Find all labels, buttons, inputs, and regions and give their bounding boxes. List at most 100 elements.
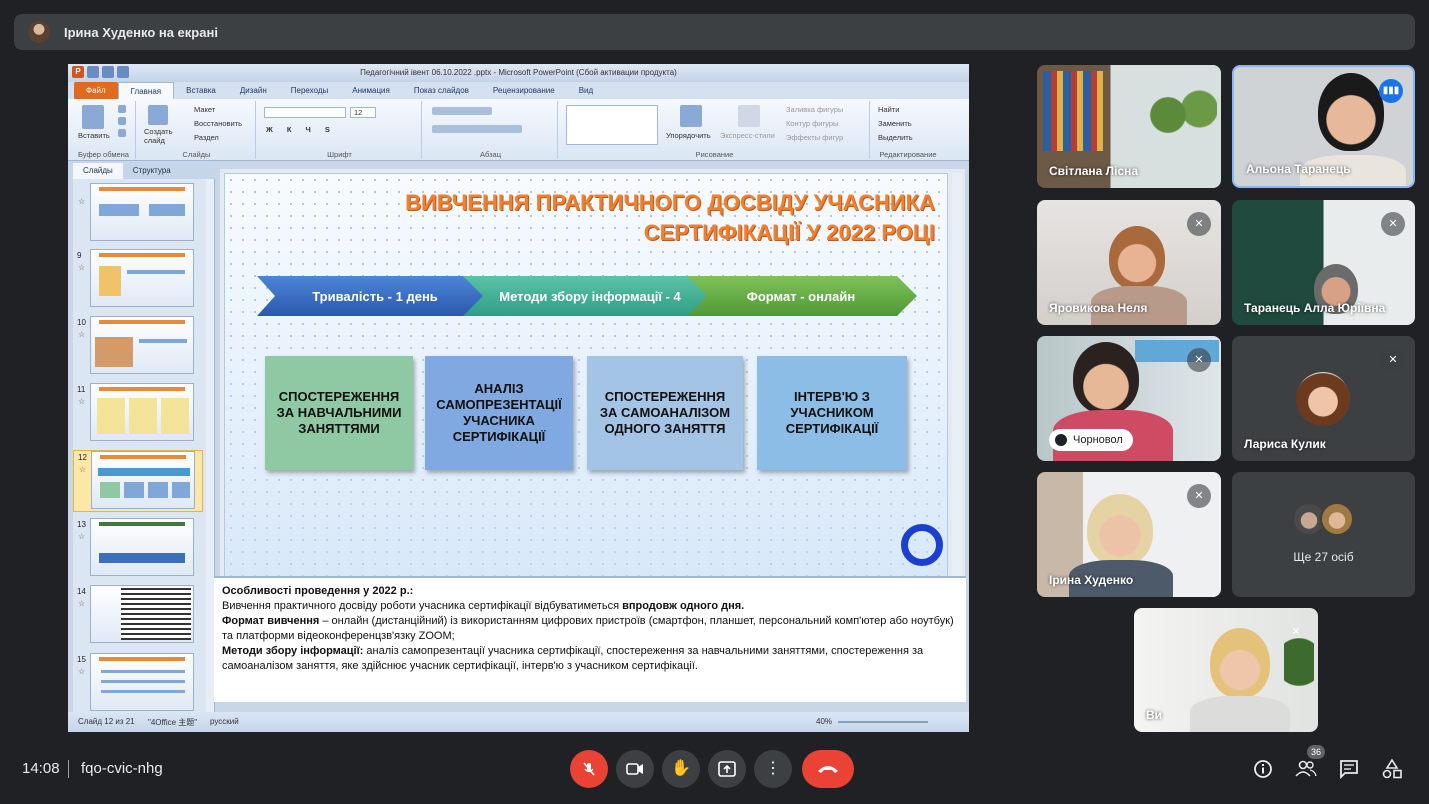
more-participants-label: Ще 27 осіб xyxy=(1293,550,1354,564)
people-icon xyxy=(1295,760,1317,777)
more-participants-tile[interactable]: Ще 27 осіб xyxy=(1232,472,1415,597)
ppt-tab-view: Вид xyxy=(578,86,594,95)
participant-video xyxy=(1109,226,1165,290)
mic-off-icon: ✕ xyxy=(1381,348,1405,372)
mic-off-icon: ✕ xyxy=(1187,484,1211,508)
participant-tile[interactable]: ✕ Чорновол xyxy=(1037,336,1221,461)
self-view-tile[interactable]: ✕ Ви xyxy=(1134,608,1318,732)
undo-icon xyxy=(102,66,114,78)
participant-tile[interactable]: ✕ Яровикова Неля xyxy=(1037,200,1221,325)
slide-thumbnail: 9 ☆ xyxy=(73,249,203,311)
activities-button[interactable] xyxy=(1379,756,1405,782)
participant-name: Ви xyxy=(1146,708,1163,722)
paste-icon xyxy=(82,105,104,129)
chat-button[interactable] xyxy=(1336,756,1362,782)
slide-thumbnail: ☆ xyxy=(73,183,203,245)
hand-icon: ✋ xyxy=(671,760,691,777)
thumb-number: 13 xyxy=(77,520,86,529)
slide-vertical-scrollbar xyxy=(952,173,962,625)
thumb-number: 10 xyxy=(77,318,86,327)
create-slide-label: Создать слайд xyxy=(144,127,173,145)
chevron-label-methods: Методи збору інформації - 4 xyxy=(499,288,681,304)
ribbon-label-font: Шрифт xyxy=(327,150,352,159)
raise-hand-button[interactable]: ✋ xyxy=(662,750,700,788)
method-box-1: СПОСТЕРЕЖЕННЯ ЗА НАВЧАЛЬНИМИ ЗАНЯТТЯМИ xyxy=(265,356,413,470)
participant-video xyxy=(1073,342,1139,414)
ppt-ribbon-tabs: Файл Главная Вставка Дизайн Переходы Ани… xyxy=(68,82,969,99)
participant-name: Альона Таранець xyxy=(1246,162,1351,176)
profile-icon xyxy=(1055,434,1067,446)
thumb-image xyxy=(90,316,194,374)
outline-label: Контур фигуры xyxy=(786,119,839,128)
thumb-number: 9 xyxy=(77,251,82,260)
mic-toggle-button[interactable] xyxy=(570,750,608,788)
method-box-2: АНАЛІЗ САМОПРЕЗЕНТАЦІЇ УЧАСНИКА СЕРТИФІК… xyxy=(425,356,573,470)
slides-tab: Слайды xyxy=(73,163,123,179)
chevron-label-format: Формат - онлайн xyxy=(746,288,856,304)
font-name-field xyxy=(264,107,346,118)
transition-star-icon: ☆ xyxy=(78,599,86,608)
more-vert-icon: ⋮ xyxy=(765,760,781,777)
ribbon-group-drawing: Упорядочить Экспресс-стили Заливка фигур… xyxy=(560,101,870,159)
ribbon-group-paragraph: Абзац xyxy=(424,101,558,159)
method-box-3: СПОСТЕРЕЖЕННЯ ЗА САМОАНАЛІЗОМ ОДНОГО ЗАН… xyxy=(587,356,743,470)
bookshelf xyxy=(1043,71,1103,151)
font-size-value: 12 xyxy=(354,108,363,117)
notes-format-label: Формат вивчення xyxy=(222,615,320,627)
plants xyxy=(1147,85,1217,145)
thumb-number: 12 xyxy=(78,453,87,462)
thumb-image xyxy=(91,451,195,509)
status-theme: "4Office 主题" xyxy=(148,718,198,727)
ribbon-group-slides: Создать слайд Макет Восстановить Раздел … xyxy=(138,101,256,159)
ribbon-label-drawing: Рисование xyxy=(695,150,734,159)
more-options-button[interactable]: ⋮ xyxy=(754,750,792,788)
thumbnails-scrollbar xyxy=(206,179,214,713)
notes-line1-bold: впродовж одного дня. xyxy=(622,600,745,612)
transition-star-icon: ☆ xyxy=(78,263,86,272)
shared-screen: Педагогічний івент 06.10.2022 .pptx - Mi… xyxy=(68,64,969,732)
participant-tile-active-speaker[interactable]: ▮▮▮ Альона Таранець xyxy=(1232,65,1415,188)
present-button[interactable] xyxy=(708,750,746,788)
slide-title-line2: СЕРТИФІКАЦІЇ У 2022 РОЦІ xyxy=(643,220,935,245)
slide-thumbnail: 15 ☆ xyxy=(73,653,203,715)
express-styles-label: Экспресс-стили xyxy=(720,131,775,140)
notes-heading: Особливості проведення у 2022 р.: xyxy=(222,585,414,597)
thumb-image xyxy=(90,383,194,441)
participant-tile[interactable]: ✕ Таранець Алла Юріївна xyxy=(1232,200,1415,325)
participant-tile[interactable]: ✕ Лариса Кулик xyxy=(1232,336,1415,461)
mic-off-icon xyxy=(583,762,595,776)
reset-label: Восстановить xyxy=(194,119,243,128)
transition-star-icon: ☆ xyxy=(78,197,86,206)
new-slide-icon xyxy=(148,105,168,125)
status-language: русский xyxy=(210,717,239,726)
slide-edit-area: ВИВЧЕННЯ ПРАКТИЧНОГО ДОСВІДУ УЧАСНИКА СЕ… xyxy=(220,169,965,635)
participant-name: Яровикова Неля xyxy=(1049,301,1148,315)
meeting-details-button[interactable] xyxy=(1250,756,1276,782)
transition-star-icon: ☆ xyxy=(78,330,86,339)
notes-line1: Вивчення практичного досвіду роботи учас… xyxy=(222,600,623,612)
zoom-slider xyxy=(838,721,928,723)
thumb-number: 11 xyxy=(77,385,86,394)
chat-icon xyxy=(1340,760,1358,780)
align-buttons xyxy=(432,125,522,133)
mic-off-icon: ✕ xyxy=(1187,212,1211,236)
thumb-image xyxy=(90,653,194,711)
participant-video-body xyxy=(1190,696,1290,732)
thumb-number: 14 xyxy=(77,587,86,596)
leave-call-button[interactable] xyxy=(802,750,854,788)
copy-icon xyxy=(118,117,126,125)
camera-toggle-button[interactable] xyxy=(616,750,654,788)
participant-tile[interactable]: ✕ Ірина Худенко xyxy=(1037,472,1221,597)
activities-icon xyxy=(1382,758,1402,779)
redo-icon xyxy=(117,66,129,78)
current-slide: ВИВЧЕННЯ ПРАКТИЧНОГО ДОСВІДУ УЧАСНИКА СЕ… xyxy=(224,173,948,625)
transition-star-icon: ☆ xyxy=(78,532,86,541)
clock: 14:08 xyxy=(22,760,60,777)
participant-name: Світлана Лісна xyxy=(1049,164,1138,178)
slides-panel: Слайды Структура ☆ 9 ☆ 10 ☆ 11 ☆ 12 ☆ 13… xyxy=(73,163,215,713)
people-button[interactable] xyxy=(1293,756,1319,782)
ppt-tab-animation: Анимация xyxy=(352,86,390,95)
notes-pane: Особливості проведення у 2022 р.: Вивчен… xyxy=(214,576,966,702)
participant-tile[interactable]: Світлана Лісна xyxy=(1037,65,1221,188)
participant-video xyxy=(1318,73,1384,151)
